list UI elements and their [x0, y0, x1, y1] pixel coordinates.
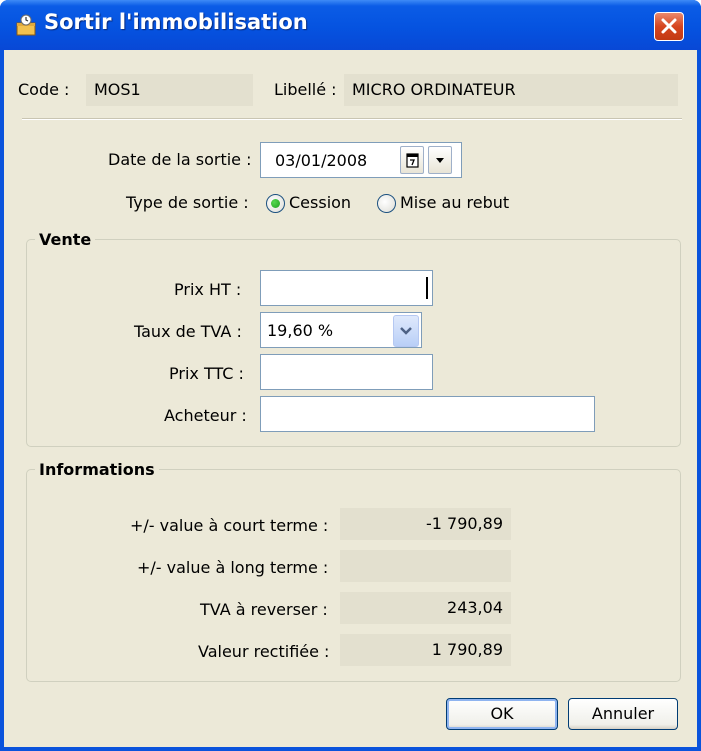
ok-button[interactable]: OK: [446, 698, 558, 730]
header-separator: [22, 118, 682, 120]
valeur-rectifiee-value: 1 790,89: [340, 634, 511, 666]
radio-mise-au-rebut[interactable]: [377, 194, 396, 213]
prix-ht-input[interactable]: [260, 270, 433, 306]
chevron-down-icon: [400, 327, 412, 335]
calendar-button[interactable]: [400, 146, 424, 174]
prix-ht-label: Prix HT :: [174, 280, 242, 299]
info-row-label: +/- value à court terme :: [130, 516, 329, 535]
radio-cession[interactable]: [266, 194, 285, 213]
taux-tva-value: 19,60 %: [267, 321, 334, 340]
prix-ttc-label: Prix TTC :: [169, 364, 244, 383]
prix-ttc-input[interactable]: [260, 354, 433, 390]
taux-tva-dropdown-button[interactable]: [393, 315, 419, 347]
title-bar[interactable]: Sortir l'immobilisation: [0, 0, 701, 50]
dialog-body: Code : MOS1 Libellé : MICRO ORDINATEUR D…: [4, 50, 697, 747]
text-caret: [426, 277, 428, 299]
close-button[interactable]: [654, 12, 684, 41]
cession-label[interactable]: Cession: [289, 193, 351, 213]
code-label: Code :: [18, 80, 70, 99]
dialog-window: Sortir l'immobilisation Code : MOS1 Libe…: [0, 0, 701, 751]
window-title: Sortir l'immobilisation: [44, 10, 308, 34]
chevron-down-icon: [436, 158, 444, 163]
info-row-label: +/- value à long terme :: [137, 558, 329, 577]
vente-legend: Vente: [39, 230, 92, 249]
mise-au-rebut-label[interactable]: Mise au rebut: [400, 193, 509, 213]
info-row-label: TVA à reverser :: [200, 600, 328, 619]
informations-legend: Informations: [39, 460, 155, 479]
date-dropdown-button[interactable]: [428, 146, 452, 174]
info-row-label: Valeur rectifiée :: [198, 642, 330, 661]
type-sortie-label: Type de sortie :: [126, 193, 249, 212]
radio-selected-dot: [271, 199, 280, 208]
cancel-button[interactable]: Annuler: [568, 698, 678, 730]
taux-tva-select[interactable]: 19,60 %: [260, 312, 422, 348]
date-sortie-label: Date de la sortie :: [108, 150, 252, 169]
acheteur-input[interactable]: [260, 396, 595, 432]
taux-tva-label: Taux de TVA :: [134, 322, 242, 341]
libelle-label: Libellé :: [274, 80, 337, 99]
date-sortie-field[interactable]: 03/01/2008: [260, 142, 462, 178]
date-sortie-value: 03/01/2008: [275, 151, 368, 170]
tva-a-reverser-value: 243,04: [340, 592, 511, 624]
value-long-terme: [340, 550, 511, 582]
close-icon: [661, 18, 677, 34]
assets-box-icon: [16, 14, 36, 36]
calendar-icon: [406, 153, 419, 168]
code-value: MOS1: [86, 74, 253, 106]
acheteur-label: Acheteur :: [164, 406, 247, 425]
value-court-terme: -1 790,89: [340, 508, 511, 540]
libelle-value: MICRO ORDINATEUR: [344, 74, 678, 106]
